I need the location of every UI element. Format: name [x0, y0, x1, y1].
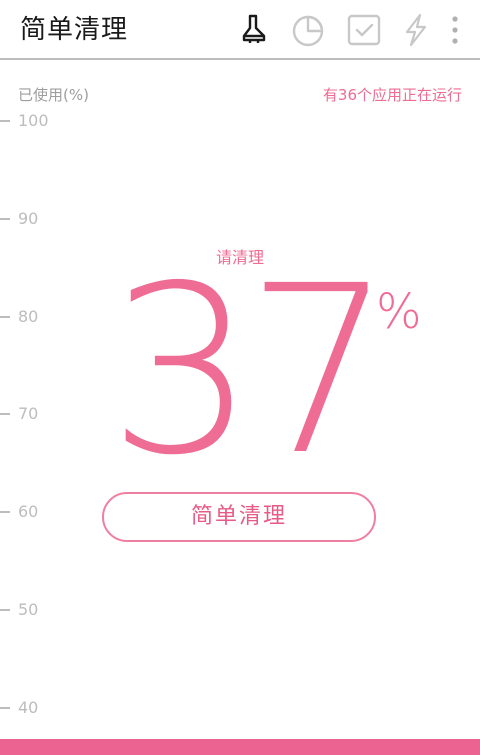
scale-label-70: 70 [18, 404, 39, 423]
usage-percent-value: 37 [108, 236, 393, 506]
scale-label-50: 50 [18, 600, 39, 619]
scale-label-80: 80 [18, 307, 39, 326]
app-bar: 简单清理 [0, 0, 480, 60]
checkbox-icon[interactable] [346, 12, 382, 48]
scale-tick [0, 413, 10, 415]
scale-label-100: 100 [18, 111, 49, 130]
scale-tick [0, 316, 10, 318]
scale-label-90: 90 [18, 209, 39, 228]
clean-button[interactable]: 简单清理 [102, 492, 376, 542]
scale-tick [0, 707, 10, 709]
overflow-menu-icon[interactable] [440, 12, 470, 48]
usage-label: 已使用(%) [18, 86, 89, 104]
scale-tick [0, 218, 10, 220]
scale-tick [0, 120, 10, 122]
percent-sign: % [376, 284, 422, 340]
lightning-icon[interactable] [398, 12, 434, 48]
running-apps-count: 有36个应用正在运行 [322, 86, 462, 104]
app-title: 简单清理 [20, 15, 129, 45]
scale-label-40: 40 [18, 698, 39, 717]
brush-icon[interactable] [236, 12, 272, 48]
usage-level-bar [0, 739, 480, 755]
scale-tick [0, 609, 10, 611]
scale-tick [0, 511, 10, 513]
pie-chart-icon[interactable] [290, 12, 326, 48]
scale-label-60: 60 [18, 502, 39, 521]
